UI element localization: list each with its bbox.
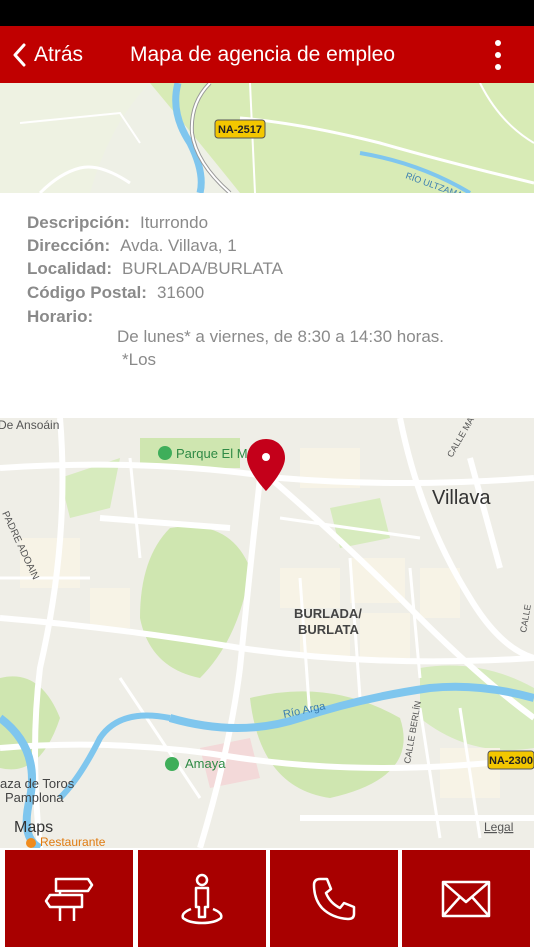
call-button[interactable] <box>270 850 398 947</box>
bottom-action-bar <box>0 848 534 950</box>
localidad-row: Localidad: BURLADA/BURLATA <box>27 259 283 279</box>
label-amaya: Amaya <box>185 756 226 771</box>
navigation-bar: Atrás Mapa de agencia de empleo <box>0 26 534 83</box>
direccion-label: Dirección: <box>27 236 111 255</box>
maps-logo: Maps <box>14 819 53 836</box>
person-pin-icon <box>181 873 223 924</box>
map-view[interactable]: NA-2300 De Ansoáin Parque El M Villava B… <box>0 418 534 848</box>
email-button[interactable] <box>402 850 530 947</box>
road-badge-na2517: NA-2517 <box>218 124 262 136</box>
more-vertical-icon[interactable] <box>492 40 504 70</box>
envelope-icon <box>441 880 491 917</box>
label-burlada-2: BURLATA <box>298 622 360 637</box>
horario-row: Horario: <box>27 307 103 327</box>
localidad-label: Localidad: <box>27 259 113 278</box>
location-pin-icon[interactable] <box>246 438 286 492</box>
descripcion-value: Iturrondo <box>139 213 209 232</box>
direccion-value: Avda. Villava, 1 <box>120 236 237 255</box>
map-preview-top[interactable]: NA-2517 RÍO ULTZAMA <box>0 83 534 193</box>
horario-label: Horario: <box>27 307 94 326</box>
label-plaza-toros-2: Pamplona <box>5 790 64 805</box>
direccion-row: Dirección: Avda. Villava, 1 <box>27 236 237 256</box>
legal-link: Legal <box>484 820 513 834</box>
directions-button[interactable] <box>5 850 133 947</box>
codigo-postal-row: Código Postal: 31600 <box>27 283 204 303</box>
back-button[interactable]: Atrás <box>12 26 83 83</box>
codigo-postal-label: Código Postal: <box>27 283 147 302</box>
map-top-graphic: NA-2517 RÍO ULTZAMA <box>0 83 534 193</box>
label-restaurante: Restaurante <box>40 835 106 848</box>
chevron-left-icon <box>13 43 26 66</box>
descripcion-label: Descripción: <box>27 213 130 232</box>
codigo-postal-value: 31600 <box>156 283 205 302</box>
horario-value: De lunes* a viernes, de 8:30 a 14:30 hor… <box>117 325 444 371</box>
agency-info-panel: Descripción: Iturrondo Dirección: Avda. … <box>0 193 534 418</box>
label-burlada-1: BURLADA/ <box>294 606 362 621</box>
horario-line-2: *Los <box>122 350 157 369</box>
descripcion-row: Descripción: Iturrondo <box>27 213 208 233</box>
label-villava: Villava <box>432 487 491 509</box>
label-ansoain: De Ansoáin <box>0 418 59 432</box>
street-view-button[interactable] <box>138 850 266 947</box>
back-label: Atrás <box>34 42 84 66</box>
page-title: Mapa de agencia de empleo <box>130 42 396 66</box>
road-badge-na2300: NA-2300 <box>489 755 533 767</box>
signpost-icon <box>44 877 94 921</box>
localidad-value: BURLADA/BURLATA <box>122 259 283 278</box>
horario-line-1: De lunes* a viernes, de 8:30 a 14:30 hor… <box>117 327 444 346</box>
status-bar <box>0 0 534 26</box>
label-plaza-toros-1: aza de Toros <box>0 776 75 791</box>
label-parque: Parque El M <box>176 446 248 461</box>
phone-icon <box>312 877 356 920</box>
